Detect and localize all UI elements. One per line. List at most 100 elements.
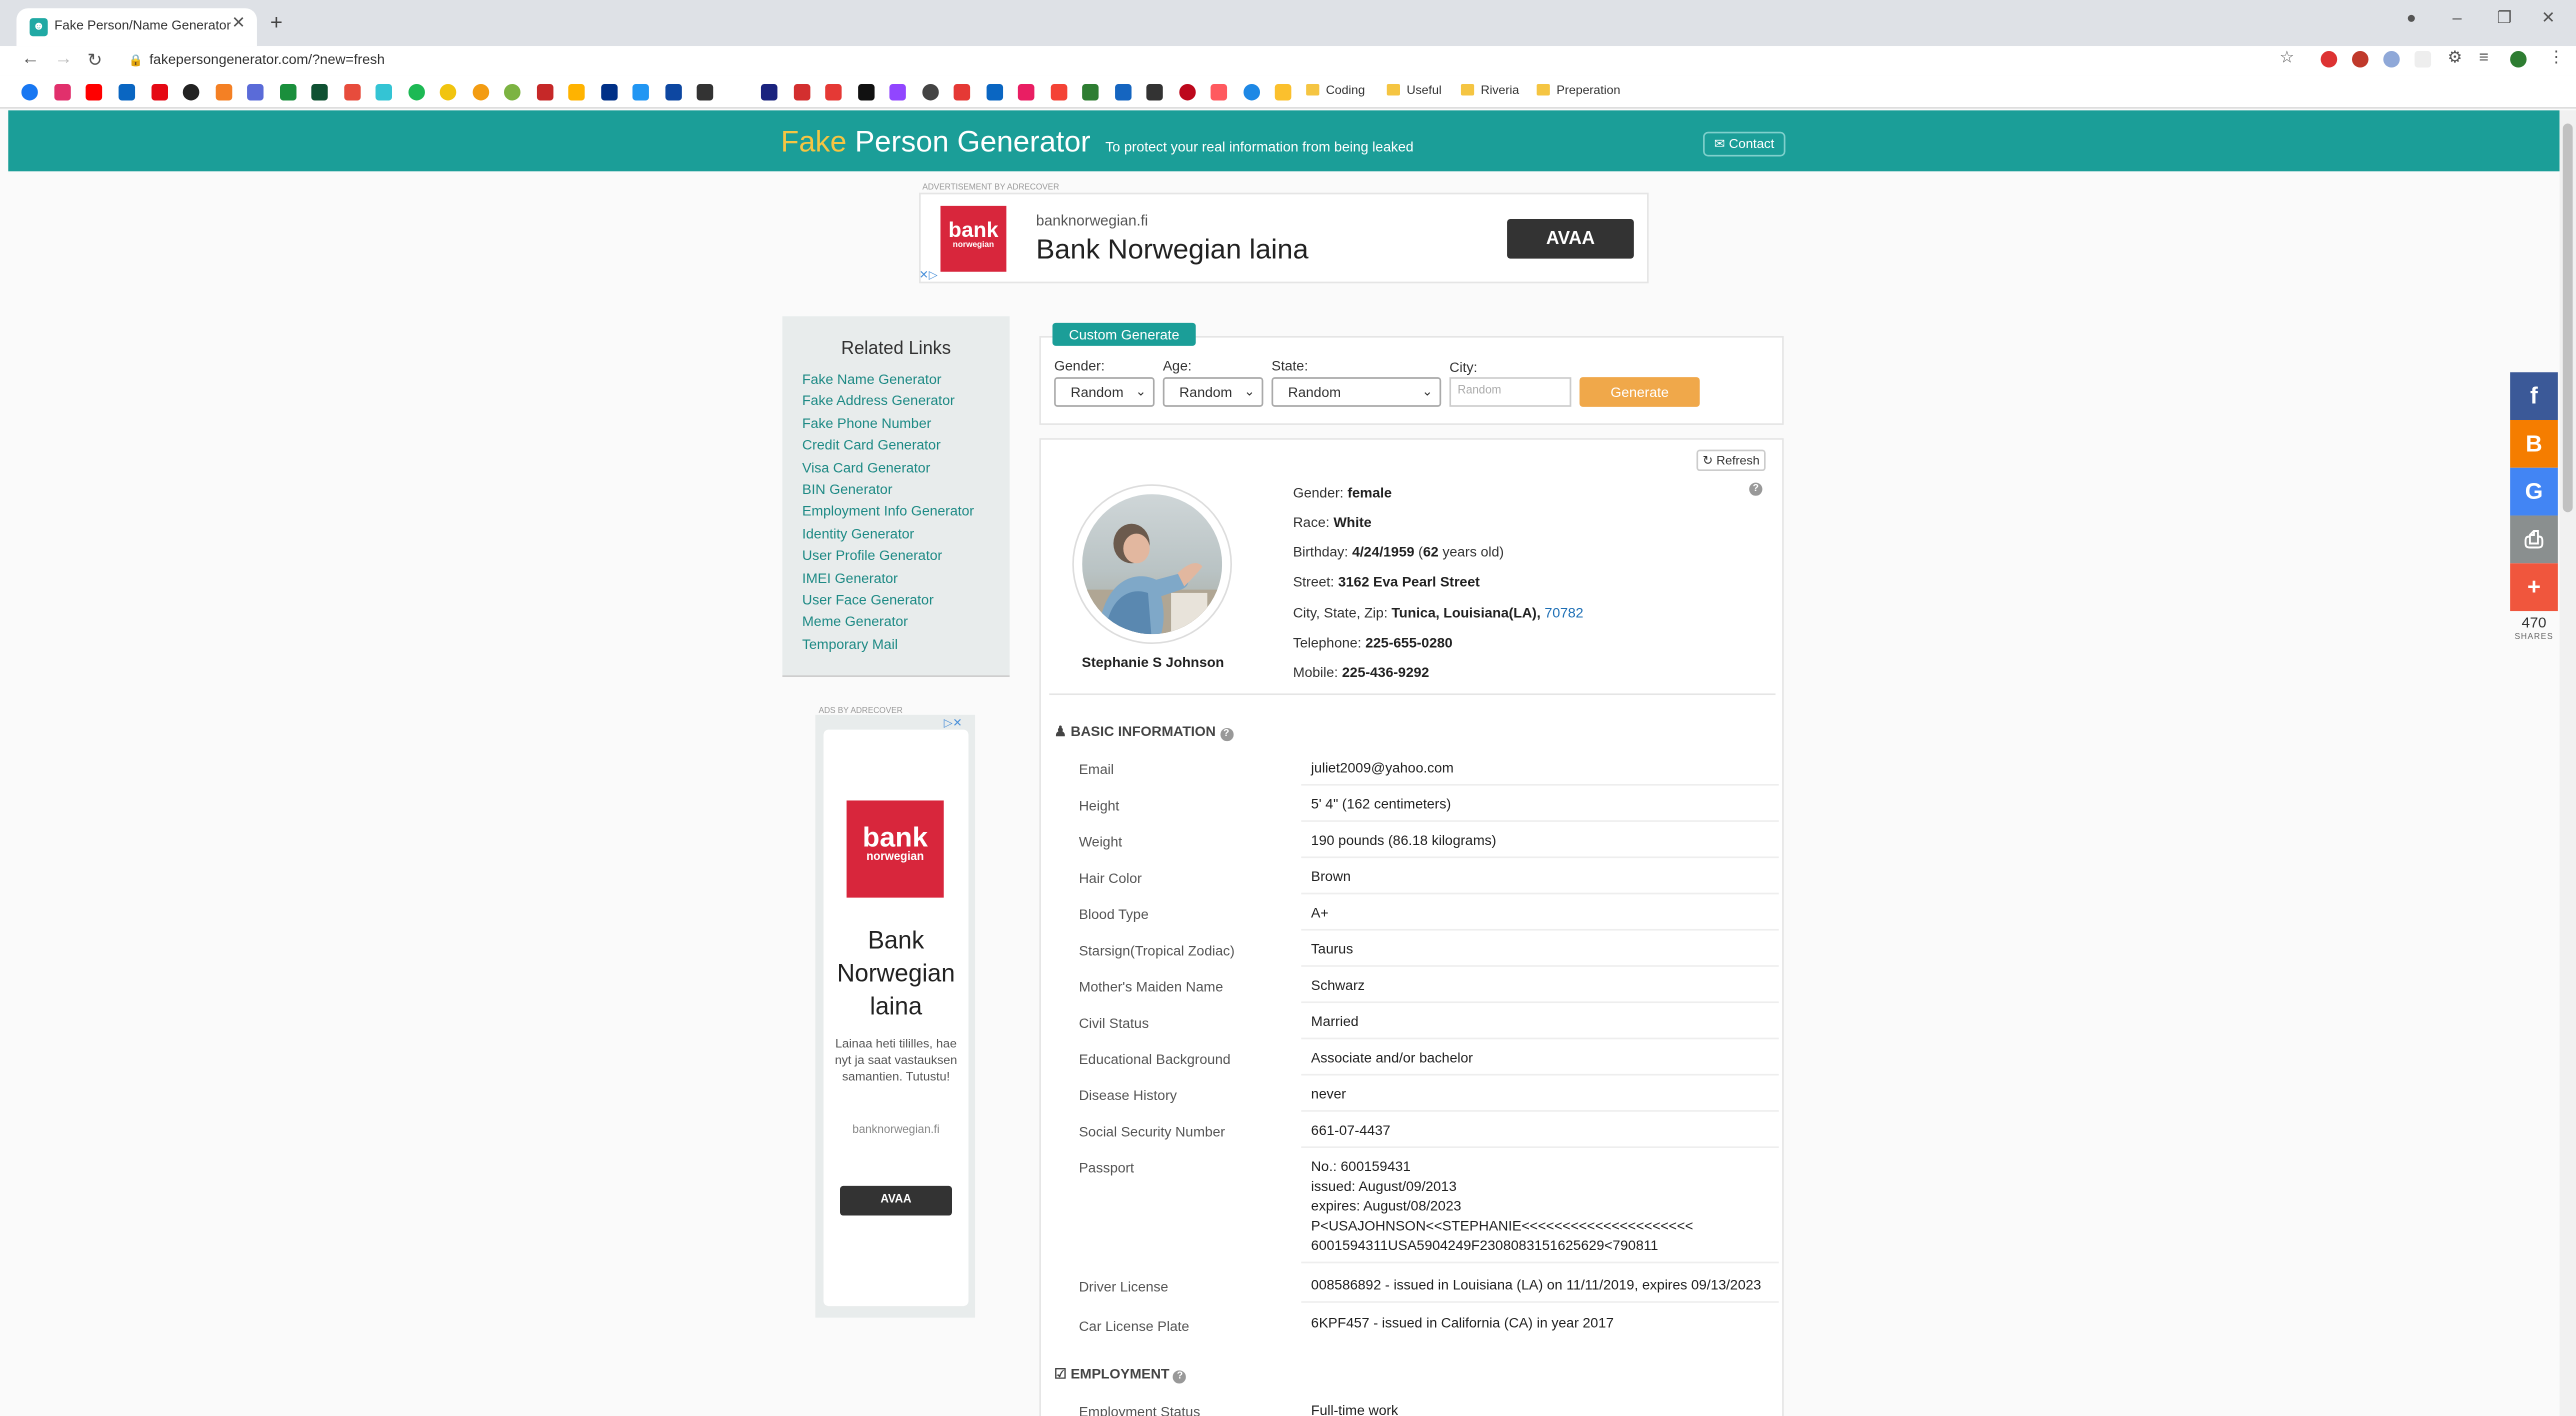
scrollbar[interactable]	[2559, 110, 2576, 1416]
bookmark-icon[interactable]	[21, 84, 38, 101]
profile-dropdown-icon[interactable]: ●	[2406, 10, 2416, 28]
extension-icon[interactable]	[2383, 51, 2400, 68]
back-icon[interactable]: ←	[21, 49, 39, 69]
google-share-button[interactable]: G	[2510, 467, 2558, 516]
scrollbar-thumb[interactable]	[2562, 123, 2573, 513]
related-link[interactable]: User Profile Generator	[802, 547, 942, 563]
media-queue-icon[interactable]: ≡	[2479, 49, 2489, 67]
bookmark-icon[interactable]	[1146, 84, 1163, 101]
related-link[interactable]: Fake Phone Number	[802, 415, 931, 431]
side-ad[interactable]: bank norwegian Bank Norwegian laina Lain…	[823, 729, 969, 1307]
bookmark-icon[interactable]	[1243, 84, 1261, 101]
bookmark-star-icon[interactable]: ☆	[2280, 49, 2295, 67]
related-link[interactable]: BIN Generator	[802, 481, 892, 497]
bookmark-icon[interactable]	[760, 84, 778, 101]
extension-icon[interactable]	[2414, 51, 2432, 68]
bookmark-icon[interactable]	[311, 84, 328, 101]
refresh-button[interactable]: ↻ Refresh	[1696, 449, 1766, 472]
bookmark-icon[interactable]	[1210, 84, 1228, 101]
related-link[interactable]: Visa Card Generator	[802, 460, 930, 476]
bookmark-icon[interactable]	[793, 84, 811, 101]
bookmark-icon[interactable]	[85, 84, 103, 101]
bookmark-icon[interactable]	[568, 84, 585, 101]
bookmark-icon[interactable]	[889, 84, 906, 101]
help-icon[interactable]: ?	[1749, 482, 1763, 496]
menu-kebab-icon[interactable]: ⋮	[2548, 49, 2564, 67]
puzzle-extensions-icon[interactable]: ⚙	[2448, 49, 2463, 67]
related-link[interactable]: Employment Info Generator	[802, 502, 974, 518]
ad-cta-button[interactable]: AVAA	[1507, 219, 1634, 259]
bookmark-folder-preperation[interactable]: Preperation	[1536, 82, 1620, 97]
bookmark-icon[interactable]	[439, 84, 457, 101]
bookmark-folder-useful[interactable]: Useful	[1386, 82, 1442, 97]
bookmark-icon[interactable]	[280, 84, 297, 101]
ad-close-icon[interactable]: ✕▷	[919, 268, 938, 282]
close-tab-icon[interactable]: ✕	[232, 15, 246, 33]
bookmark-icon[interactable]	[504, 84, 521, 101]
city-input[interactable]: Random	[1449, 377, 1572, 407]
browser-tab[interactable]: ☻ Fake Person/Name Generator | U ✕	[16, 8, 257, 47]
reload-icon[interactable]: ↻	[87, 49, 102, 71]
bookmark-icon[interactable]	[953, 84, 971, 101]
bookmark-icon[interactable]	[1017, 84, 1035, 101]
help-icon[interactable]: ?	[1219, 728, 1233, 742]
bookmark-icon[interactable]	[344, 84, 361, 101]
zip-link[interactable]: 70782	[1545, 604, 1584, 620]
gender-select[interactable]: Random ⌄	[1054, 377, 1155, 407]
related-link[interactable]: Fake Address Generator	[802, 392, 955, 408]
bookmark-icon[interactable]	[54, 84, 71, 101]
profile-avatar-icon[interactable]	[2510, 51, 2527, 68]
bookmark-icon[interactable]	[118, 84, 136, 101]
restore-icon[interactable]: ❐	[2497, 10, 2512, 28]
related-link[interactable]: Fake Name Generator	[802, 371, 941, 387]
facebook-share-button[interactable]: f	[2510, 372, 2558, 421]
bookmark-icon[interactable]	[408, 84, 425, 101]
bookmark-icon[interactable]	[1179, 84, 1196, 101]
bookmark-icon[interactable]	[696, 84, 714, 101]
new-tab-icon[interactable]: +	[270, 10, 283, 35]
bookmark-icon[interactable]	[632, 84, 649, 101]
bookmark-icon[interactable]	[858, 84, 875, 101]
bookmark-icon[interactable]	[922, 84, 939, 101]
related-link[interactable]: Temporary Mail	[802, 636, 898, 652]
more-share-button[interactable]: +	[2510, 563, 2558, 612]
bookmark-icon[interactable]	[151, 84, 169, 101]
site-brand[interactable]: Fake Person Generator To protect your re…	[781, 125, 1414, 160]
related-link[interactable]: Credit Card Generator	[802, 436, 941, 452]
bookmark-icon[interactable]	[472, 84, 490, 101]
bookmark-icon[interactable]	[536, 84, 554, 101]
help-icon[interactable]: ?	[1173, 1370, 1187, 1384]
custom-generate-button[interactable]: Custom Generate	[1052, 322, 1196, 346]
ad-cta-button[interactable]: AVAA	[840, 1185, 953, 1216]
print-share-button[interactable]: ⎙	[2510, 515, 2558, 564]
extension-icon[interactable]	[2320, 51, 2338, 68]
related-link[interactable]: IMEI Generator	[802, 570, 898, 586]
ad-close-icon[interactable]: ▷✕	[944, 716, 963, 730]
related-link[interactable]: User Face Generator	[802, 591, 934, 607]
address-bar[interactable]: 🔒 fakepersongenerator.com/?new=fresh	[128, 51, 384, 67]
bookmark-folder-riveria[interactable]: Riveria	[1460, 82, 1519, 97]
bookmark-icon[interactable]	[1274, 84, 1292, 101]
related-link[interactable]: Meme Generator	[802, 613, 908, 629]
contact-button[interactable]: ✉ Contact	[1703, 131, 1786, 157]
bookmark-icon[interactable]	[247, 84, 264, 101]
related-link[interactable]: Identity Generator	[802, 525, 914, 541]
bookmark-icon[interactable]	[1050, 84, 1068, 101]
bookmark-icon[interactable]	[215, 84, 233, 101]
bookmark-icon[interactable]	[375, 84, 393, 101]
generate-button[interactable]: Generate	[1579, 377, 1700, 407]
window-close-icon[interactable]: ✕	[2541, 10, 2555, 28]
bookmark-icon[interactable]	[182, 84, 200, 101]
bookmark-icon[interactable]	[665, 84, 682, 101]
blogger-share-button[interactable]: B	[2510, 420, 2558, 468]
bookmark-icon[interactable]	[1082, 84, 1099, 101]
bookmark-icon[interactable]	[1115, 84, 1132, 101]
minimize-icon[interactable]: –	[2452, 10, 2461, 28]
state-select[interactable]: Random ⌄	[1271, 377, 1442, 407]
banner-ad[interactable]: bank norwegian banknorwegian.fi Bank Nor…	[919, 192, 1649, 284]
bookmark-icon[interactable]	[601, 84, 618, 101]
bookmark-icon[interactable]	[986, 84, 1004, 101]
age-select[interactable]: Random ⌄	[1162, 377, 1264, 407]
extension-icon[interactable]	[2352, 51, 2369, 68]
bookmark-folder-coding[interactable]: Coding	[1306, 82, 1365, 97]
